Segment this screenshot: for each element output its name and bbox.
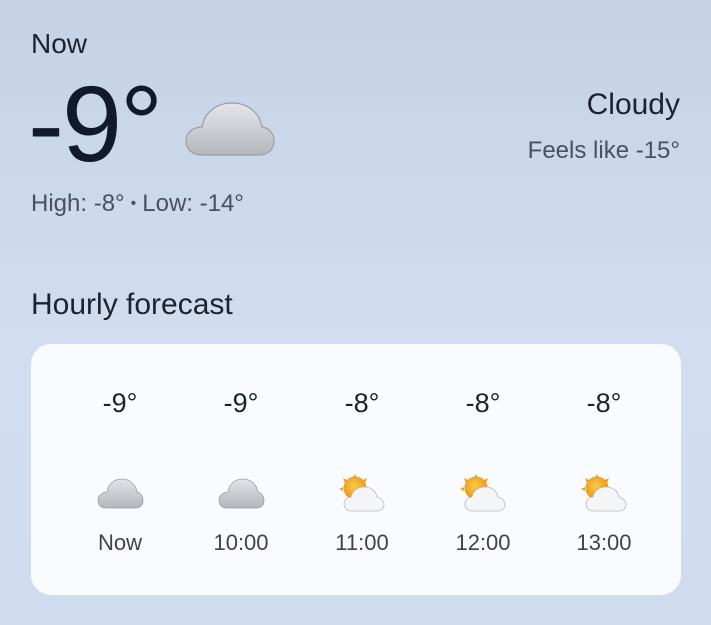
- hour-temp: -8°: [586, 388, 622, 418]
- condition-label: Cloudy: [586, 88, 680, 121]
- cloud-icon: [97, 478, 144, 509]
- hour-temp: -9°: [223, 388, 259, 418]
- partly-cloudy-icon: [460, 474, 506, 512]
- hour-temp: -9°: [102, 388, 138, 418]
- hour-item: -8° 13:00: [544, 344, 664, 595]
- now-label: Now: [31, 28, 88, 59]
- hour-temp: -8°: [344, 388, 380, 418]
- cloud-icon: [218, 478, 265, 509]
- low-temp: Low: -14°: [142, 190, 244, 217]
- hour-item: -8° 11:00: [302, 344, 422, 595]
- hour-time: 12:00: [455, 530, 511, 555]
- hour-time: 13:00: [576, 530, 632, 555]
- hourly-forecast-title: Hourly forecast: [31, 288, 233, 321]
- hour-time: 11:00: [335, 530, 389, 555]
- hour-temp: -8°: [465, 388, 501, 418]
- cloud-icon: [185, 102, 275, 156]
- feels-like-label: Feels like -15°: [527, 137, 680, 164]
- high-temp: High: -8°: [31, 190, 125, 217]
- separator: •: [130, 195, 137, 212]
- partly-cloudy-icon: [339, 474, 385, 512]
- current-temperature: -9°: [28, 63, 163, 184]
- hourly-forecast-card[interactable]: -9° Now -9° 10:00 -8° 11:00 -8° 12:00 -8…: [31, 344, 681, 595]
- high-low: High: -8° • Low: -14°: [31, 190, 244, 218]
- hour-item: -9° Now: [60, 344, 180, 595]
- partly-cloudy-icon: [581, 474, 627, 512]
- hour-time: 10:00: [213, 530, 269, 555]
- hour-item: -8° 12:00: [423, 344, 543, 595]
- hour-item: -9° 10:00: [181, 344, 301, 595]
- hour-time: Now: [97, 530, 142, 555]
